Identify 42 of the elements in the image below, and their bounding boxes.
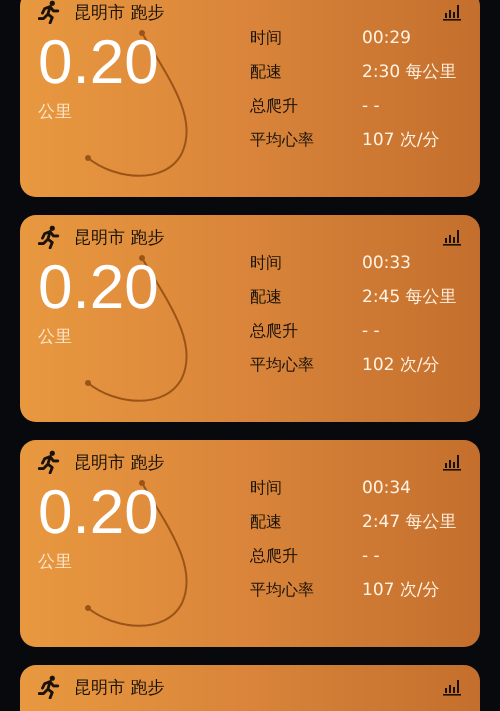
bar-chart-icon[interactable] <box>442 453 462 471</box>
stat-label: 总爬升 <box>250 96 299 116</box>
distance-unit: 公里 <box>38 101 73 123</box>
stat-label: 时间 <box>250 28 283 48</box>
stat-value: 2:47 每公里 <box>362 512 457 532</box>
stat-value: 107 次/分 <box>362 130 441 150</box>
distance-value: 0.20 <box>38 482 160 544</box>
stat-value: 2:45 每公里 <box>362 287 457 307</box>
stat-value: 00:29 <box>362 28 412 48</box>
distance-unit: 公里 <box>38 326 73 348</box>
stat-value: - - <box>362 96 381 116</box>
workout-title: 昆明市 跑步 <box>74 226 164 248</box>
distance-value: 0.20 <box>38 32 160 94</box>
stat-value: 00:34 <box>362 478 412 498</box>
stat-value: - - <box>362 546 381 566</box>
workout-title: 昆明市 跑步 <box>74 2 164 24</box>
workout-title: 昆明市 跑步 <box>74 452 164 474</box>
runner-icon <box>38 0 60 24</box>
stat-label: 配速 <box>250 62 283 82</box>
bar-chart-icon[interactable] <box>442 678 462 696</box>
stat-label: 配速 <box>250 287 283 307</box>
stat-label: 平均心率 <box>250 130 315 150</box>
stat-label: 总爬升 <box>250 546 299 566</box>
stat-value: - - <box>362 321 381 341</box>
distance-value: 0.20 <box>38 257 160 319</box>
stat-value: 2:30 每公里 <box>362 62 457 82</box>
stat-value: 102 次/分 <box>362 355 441 375</box>
distance-unit: 公里 <box>38 551 73 573</box>
stat-label: 时间 <box>250 253 283 273</box>
stat-label: 总爬升 <box>250 321 299 341</box>
stat-label: 配速 <box>250 512 283 532</box>
runner-icon <box>38 225 60 249</box>
stat-value: 00:33 <box>362 253 412 273</box>
bar-chart-icon[interactable] <box>442 3 462 21</box>
workout-title: 昆明市 跑步 <box>74 676 164 698</box>
bar-chart-icon[interactable] <box>442 228 462 246</box>
runner-icon <box>38 675 60 699</box>
stat-label: 时间 <box>250 478 283 498</box>
stat-label: 平均心率 <box>250 355 315 375</box>
stat-label: 平均心率 <box>250 580 315 600</box>
stat-value: 107 次/分 <box>362 580 441 600</box>
runner-icon <box>38 450 60 474</box>
